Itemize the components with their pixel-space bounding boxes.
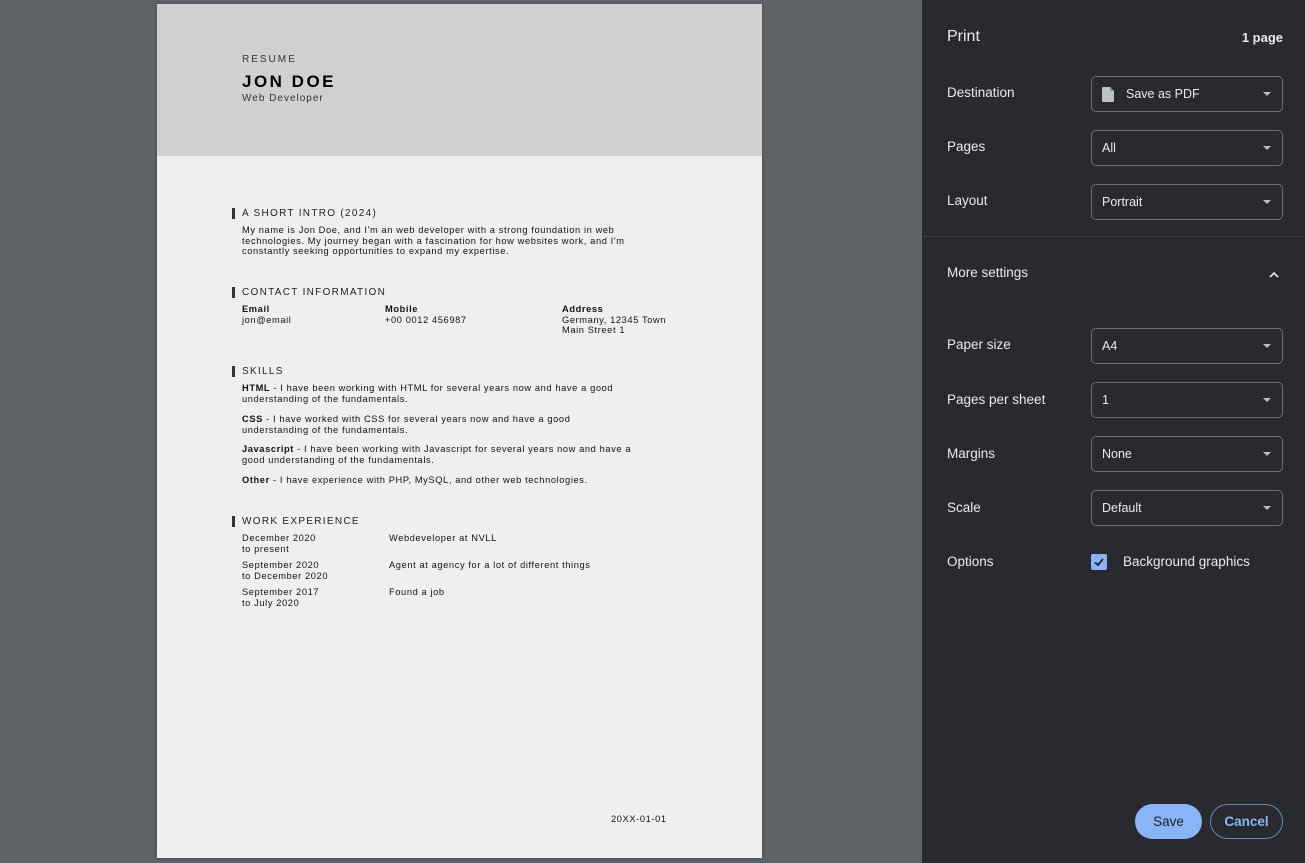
- contact-heading: CONTACT INFORMATION: [232, 287, 386, 299]
- margins-value: None: [1102, 447, 1132, 461]
- work-from: September 2020: [242, 560, 320, 570]
- intro-line: constantly seeking opportunities to expa…: [242, 246, 510, 256]
- skills-heading: SKILLS: [232, 366, 284, 378]
- cancel-button[interactable]: Cancel: [1210, 804, 1283, 839]
- pages-select[interactable]: All: [1091, 130, 1283, 166]
- work-from: September 2017: [242, 587, 320, 597]
- chevron-down-icon: [1263, 452, 1271, 456]
- print-title: Print: [947, 28, 980, 45]
- chevron-down-icon: [1263, 146, 1271, 150]
- skill-name: HTML: [242, 383, 271, 393]
- resume-page: RESUME JON DOE Web Developer A SHORT INT…: [157, 4, 762, 858]
- destination-select[interactable]: Save as PDF: [1091, 76, 1283, 112]
- more-settings-toggle[interactable]: More settings: [922, 253, 1305, 293]
- document-icon: [1102, 86, 1114, 102]
- pages-per-sheet-value: 1: [1102, 393, 1109, 407]
- margins-label: Margins: [947, 446, 996, 461]
- skill-name: Javascript: [242, 444, 294, 454]
- skill-desc: - I have been working with HTML for seve…: [270, 383, 614, 393]
- intro-text: My name is Jon Doe, and I'm an web devel…: [242, 225, 625, 257]
- skill-desc: understanding of the fundamentals.: [242, 393, 409, 404]
- scale-select[interactable]: Default: [1091, 490, 1283, 526]
- address-line: Germany, 12345 Town: [562, 314, 667, 325]
- intro-heading: A SHORT INTRO (2024): [232, 208, 377, 220]
- work-date: September 2020 to December 2020: [242, 560, 328, 581]
- scale-value: Default: [1102, 501, 1142, 515]
- contact-address: Address Germany, 12345 Town Main Street …: [562, 304, 666, 336]
- resume-role: Web Developer: [242, 93, 324, 104]
- address-line: Main Street 1: [562, 325, 626, 335]
- intro-line: technologies. My journey began with a fa…: [242, 235, 625, 246]
- background-graphics-checkbox[interactable]: [1091, 554, 1107, 570]
- work-date: December 2020 to present: [242, 533, 316, 554]
- resume-label: RESUME: [242, 54, 297, 65]
- email-label: Email: [242, 304, 270, 314]
- mobile-label: Mobile: [385, 304, 419, 314]
- paper-size-value: A4: [1102, 339, 1118, 353]
- work-heading: WORK EXPERIENCE: [232, 516, 360, 528]
- chevron-down-icon: [1263, 200, 1271, 204]
- contact-mobile: Mobile +00 0012 456987: [385, 304, 467, 325]
- background-graphics-label: Background graphics: [1123, 554, 1250, 569]
- skill-name: CSS: [242, 414, 263, 424]
- work-to: to July 2020: [242, 597, 300, 608]
- layout-value: Portrait: [1102, 195, 1143, 209]
- skill-item: Other - I have experience with PHP, MySQ…: [242, 475, 588, 486]
- work-to: to present: [242, 543, 290, 554]
- pages-label: Pages: [947, 139, 986, 154]
- checkmark-icon: [1094, 558, 1104, 567]
- options-label: Options: [947, 554, 994, 569]
- address-label: Address: [562, 304, 604, 314]
- scale-label: Scale: [947, 500, 981, 515]
- skill-item: HTML - I have been working with HTML for…: [242, 383, 613, 404]
- skill-name: Other: [242, 475, 270, 485]
- mobile-value: +00 0012 456987: [385, 314, 467, 325]
- skill-desc: - I have worked with CSS for several yea…: [262, 414, 571, 424]
- paper-size-label: Paper size: [947, 337, 1011, 352]
- work-to: to December 2020: [242, 570, 329, 581]
- email-value: jon@email: [242, 314, 292, 325]
- skill-desc: - I have experience with PHP, MySQL, and…: [269, 475, 588, 485]
- pages-value: All: [1102, 141, 1116, 155]
- work-date: September 2017 to July 2020: [242, 587, 319, 608]
- work-desc: Found a job: [389, 587, 445, 597]
- chevron-down-icon: [1263, 398, 1271, 402]
- pages-per-sheet-select[interactable]: 1: [1091, 382, 1283, 418]
- paper-size-select[interactable]: A4: [1091, 328, 1283, 364]
- skill-desc: - I have been working with Javascript fo…: [294, 444, 632, 454]
- chevron-up-icon: [1269, 267, 1279, 278]
- work-desc: Webdeveloper at NVLL: [389, 533, 497, 543]
- skill-item: Javascript - I have been working with Ja…: [242, 444, 631, 465]
- layout-select[interactable]: Portrait: [1091, 184, 1283, 220]
- chevron-down-icon: [1263, 92, 1271, 96]
- divider: [922, 236, 1305, 237]
- margins-select[interactable]: None: [1091, 436, 1283, 472]
- destination-value: Save as PDF: [1126, 87, 1200, 101]
- work-desc: Agent at agency for a lot of different t…: [389, 560, 591, 570]
- destination-label: Destination: [947, 85, 1015, 100]
- intro-line: My name is Jon Doe, and I'm an web devel…: [242, 225, 615, 235]
- page-count: 1 page: [1241, 30, 1283, 45]
- work-from: December 2020: [242, 533, 316, 543]
- more-settings-label: More settings: [947, 265, 1029, 280]
- resume-name: JON DOE: [242, 72, 337, 91]
- print-settings-panel: Print 1 page Destination Save as PDF Pag…: [922, 0, 1305, 863]
- contact-email: Email jon@email: [242, 304, 291, 325]
- layout-label: Layout: [947, 193, 988, 208]
- pages-per-sheet-label: Pages per sheet: [947, 392, 1046, 407]
- footer-date: 20XX-01-01: [611, 814, 667, 824]
- skill-item: CSS - I have worked with CSS for several…: [242, 414, 570, 435]
- skill-desc: understanding of the fundamentals.: [242, 424, 409, 435]
- chevron-down-icon: [1263, 344, 1271, 348]
- skill-desc: good understanding of the fundamentals.: [242, 454, 435, 465]
- resume-header: RESUME JON DOE Web Developer: [157, 4, 762, 156]
- save-button[interactable]: Save: [1135, 804, 1202, 839]
- print-preview-area: RESUME JON DOE Web Developer A SHORT INT…: [0, 0, 922, 863]
- chevron-down-icon: [1263, 506, 1271, 510]
